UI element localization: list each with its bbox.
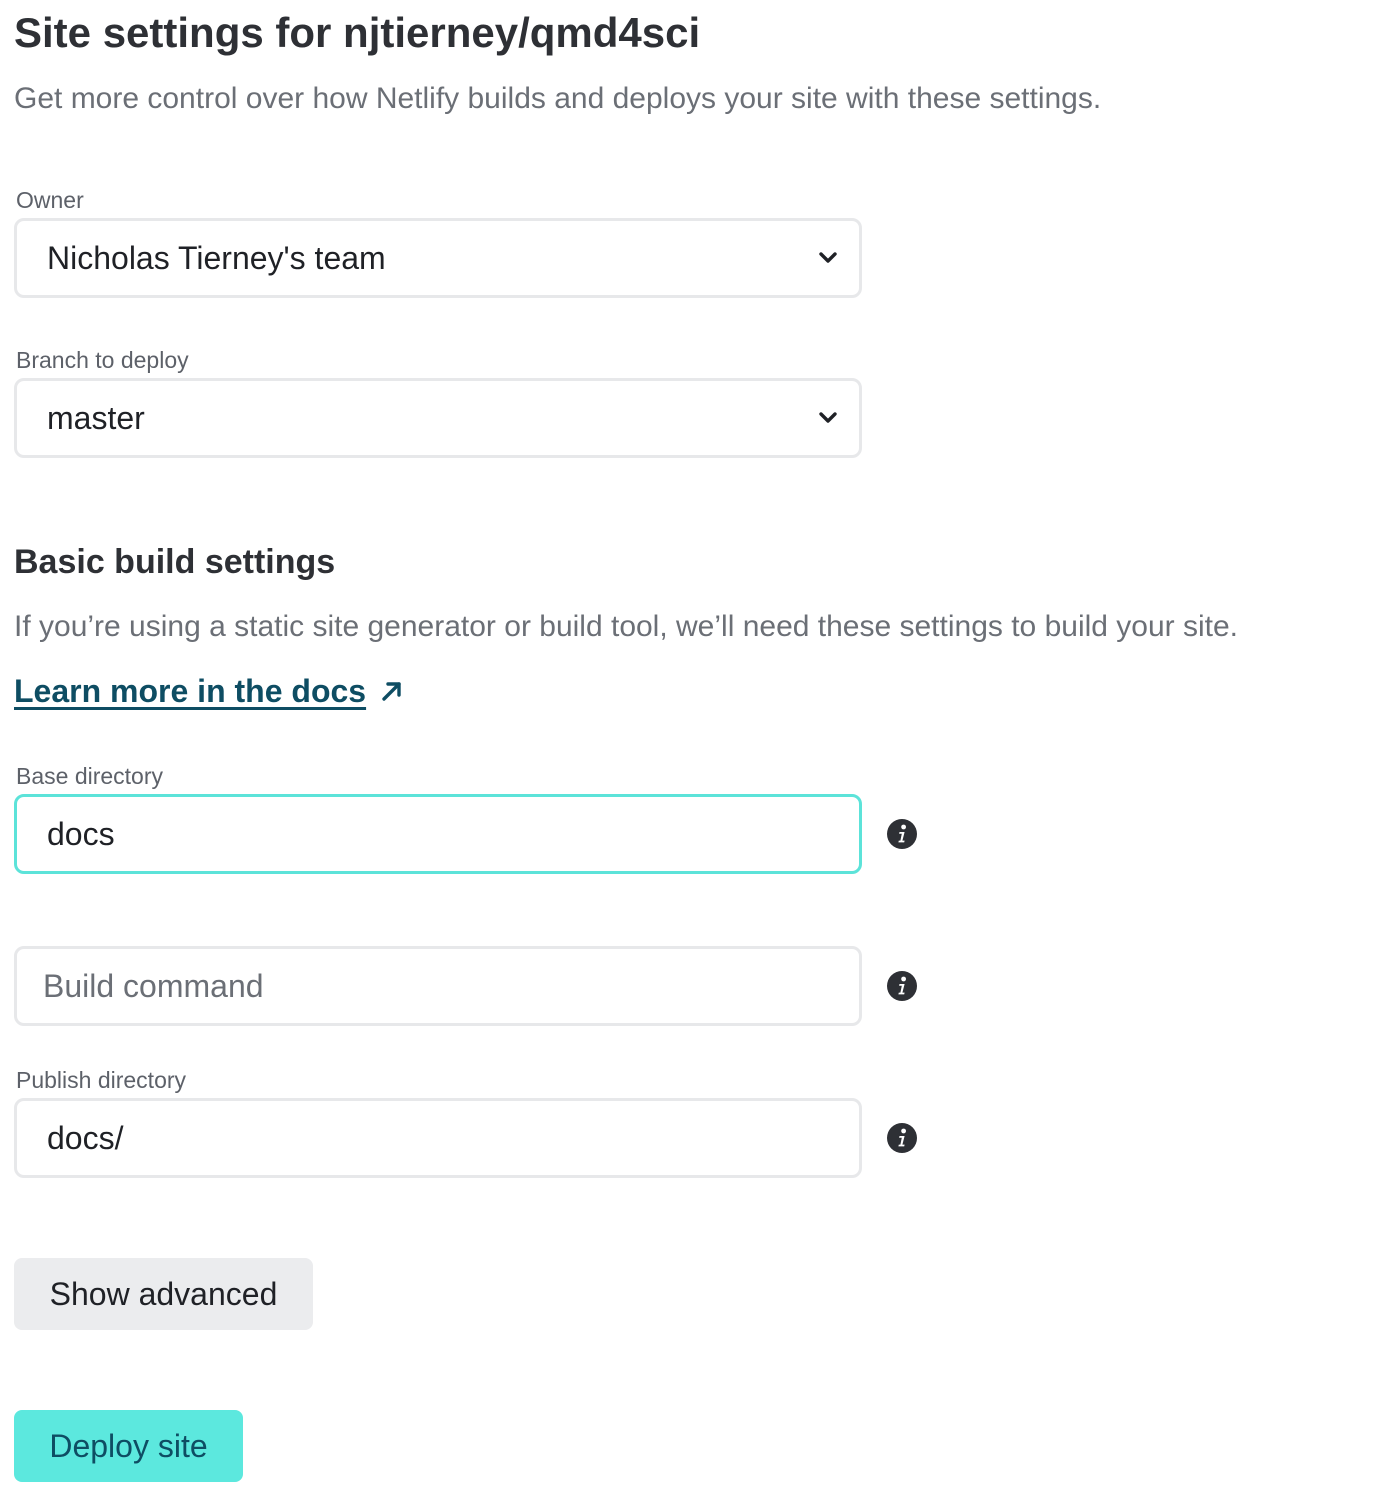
base-directory-value: docs — [47, 816, 115, 852]
info-icon[interactable] — [886, 818, 918, 850]
external-arrow-icon — [380, 679, 404, 703]
branch-label: Branch to deploy — [16, 347, 189, 373]
deploy-site-button[interactable]: Deploy site — [14, 1410, 243, 1482]
build-settings-description: If you’re using a static site generator … — [14, 610, 1239, 643]
base-directory-label: Base directory — [16, 763, 164, 789]
page-title: Site settings for njtierney/qmd4sci — [14, 9, 701, 56]
owner-selected-value: Nicholas Tierney's team — [47, 240, 386, 276]
owner-label: Owner — [16, 187, 84, 213]
site-settings-page: Site settings for njtierney/qmd4sci Get … — [0, 0, 1400, 1496]
page-subtitle: Get more control over how Netlify builds… — [14, 82, 1102, 115]
docs-link[interactable]: Learn more in the docs — [14, 670, 404, 712]
show-advanced-button[interactable]: Show advanced — [14, 1258, 313, 1330]
build-command-input[interactable]: Build command — [14, 946, 862, 1026]
docs-link-label: Learn more in the docs — [14, 673, 367, 709]
build-command-placeholder: Build command — [43, 968, 264, 1004]
branch-selected-value: master — [47, 400, 145, 436]
base-directory-input[interactable]: docs — [14, 794, 862, 874]
publish-directory-value: docs/ — [47, 1120, 124, 1156]
owner-select[interactable]: Nicholas Tierney's team — [14, 218, 862, 298]
show-advanced-label: Show advanced — [49, 1276, 278, 1312]
build-settings-title: Basic build settings — [14, 543, 336, 581]
chevron-down-icon — [817, 247, 839, 269]
chevron-down-icon — [817, 407, 839, 429]
info-icon[interactable] — [886, 1122, 918, 1154]
branch-select[interactable]: master — [14, 378, 862, 458]
publish-directory-label: Publish directory — [16, 1067, 187, 1093]
publish-directory-input[interactable]: docs/ — [14, 1098, 862, 1178]
deploy-site-label: Deploy site — [49, 1428, 208, 1464]
info-icon[interactable] — [886, 970, 918, 1002]
